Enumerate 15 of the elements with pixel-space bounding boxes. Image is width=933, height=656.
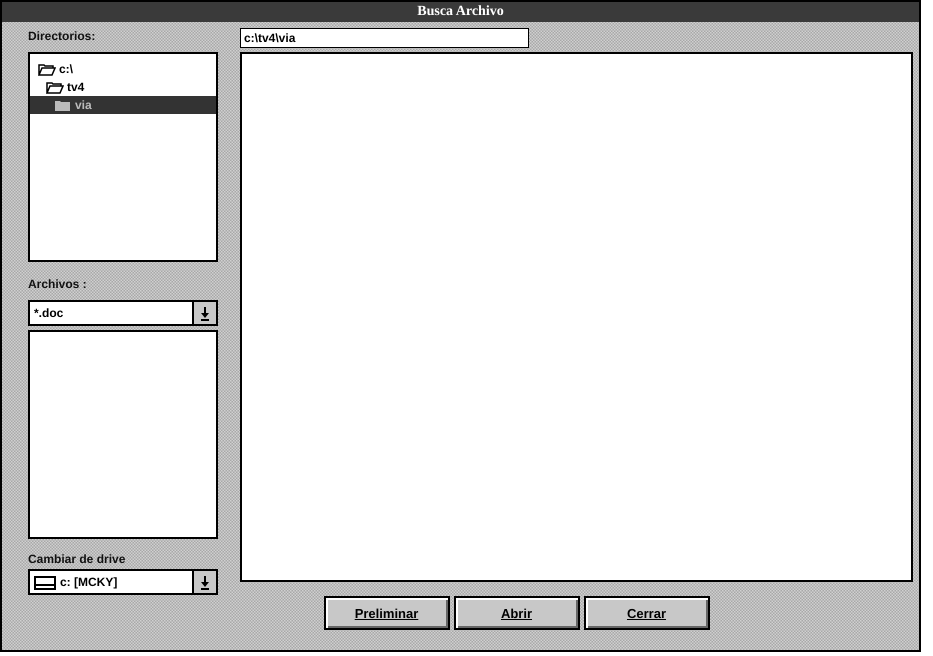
dialog-button[interactable]: Cerrar	[584, 596, 710, 630]
dialog-button[interactable]: Abrir	[454, 596, 580, 630]
directories-label: Directorios:	[28, 28, 96, 44]
tree-item[interactable]: via	[30, 96, 216, 114]
drive-icon	[34, 576, 56, 590]
open-folder-icon	[38, 62, 56, 76]
window-title: Busca Archivo	[2, 2, 919, 22]
tree-item[interactable]: c:\	[30, 60, 216, 78]
dialog-button[interactable]: Preliminar	[324, 596, 450, 630]
path-field[interactable]: c:\tv4\via	[240, 28, 529, 48]
tree-item[interactable]: tv4	[30, 78, 216, 96]
drive-label: Cambiar de drive	[28, 551, 126, 567]
files-label: Archivos :	[28, 276, 88, 292]
open-folder-icon	[46, 80, 64, 94]
folder-icon	[54, 98, 72, 112]
